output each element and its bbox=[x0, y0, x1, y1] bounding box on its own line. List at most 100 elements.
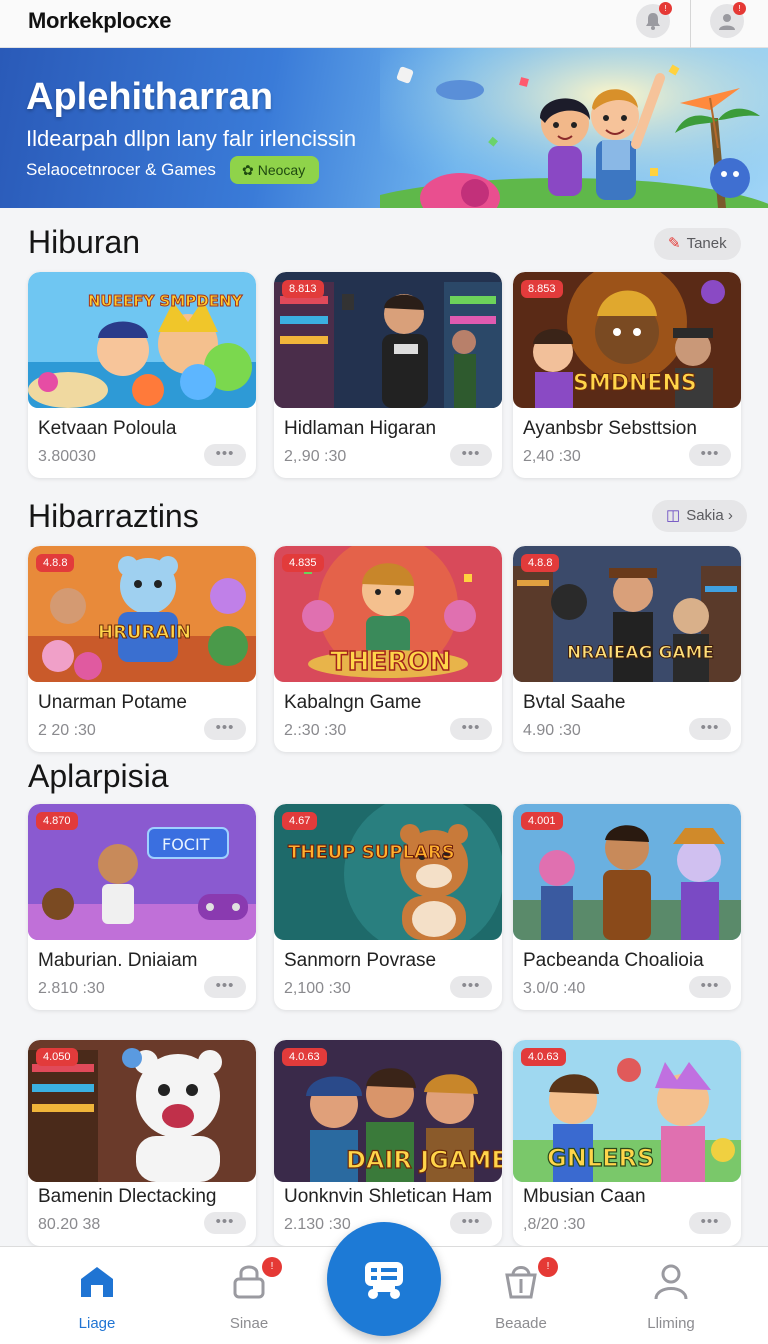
card-art-text: NRAIEAG GAME bbox=[567, 643, 714, 663]
game-card[interactable]: 8.813 Hidlaman Higaran 2,.90 :30 ••• bbox=[274, 272, 502, 478]
section-title-hiburan: Hiburan bbox=[28, 224, 141, 260]
card-art-text: SMDNENS bbox=[573, 371, 697, 396]
nav-label: Beaade bbox=[495, 1315, 547, 1332]
game-card[interactable]: NRAIEAG GAME 4.8.8 Bvtal Saahe 4.90 :30 … bbox=[513, 546, 741, 752]
home-icon bbox=[81, 1267, 113, 1297]
user-icon bbox=[654, 1264, 688, 1300]
rating-badge: 4.001 bbox=[521, 812, 563, 830]
card-art-text: NUEEFY SMPDENY bbox=[88, 292, 244, 310]
rating-badge: 4.0.63 bbox=[282, 1048, 327, 1066]
card-meta: 2.130 :30 bbox=[284, 1216, 351, 1233]
game-thumbnail: NRAIEAG GAME 4.8.8 bbox=[513, 546, 741, 682]
more-options-button[interactable]: ••• bbox=[204, 976, 246, 998]
game-thumbnail: 4.001 bbox=[513, 804, 741, 940]
card-meta: 4.90 :30 bbox=[523, 722, 581, 739]
card-art-text: FOCIT bbox=[162, 835, 210, 854]
game-thumbnail: THEUP SUPLARS 4.67 bbox=[274, 804, 502, 940]
card-title: Ketvaan Poloula bbox=[38, 418, 177, 439]
card-title: Uonknvin Shletican Ham bbox=[284, 1186, 493, 1207]
banner-title: Aplehitharran bbox=[26, 76, 274, 118]
more-options-button[interactable]: ••• bbox=[450, 444, 492, 466]
section-action-tanek[interactable]: ✎ Tanek bbox=[654, 228, 741, 260]
card-title: Mbusian Caan bbox=[523, 1186, 646, 1207]
rating-badge: 4.870 bbox=[36, 812, 78, 830]
game-thumbnail: 4.050 bbox=[28, 1040, 256, 1182]
rating-badge: 4.835 bbox=[282, 554, 324, 572]
section-action-sakia[interactable]: ◫ Sakia › bbox=[652, 500, 747, 532]
section-action-label: Tanek bbox=[686, 235, 727, 252]
more-options-button[interactable]: ••• bbox=[689, 444, 731, 466]
card-title: Ayanbsbr Sebsttsion bbox=[523, 418, 697, 439]
game-card[interactable]: DAIR JGAME 4.0.63 Uonknvin Shletican Ham… bbox=[274, 1040, 502, 1246]
chevron-right-icon: › bbox=[723, 507, 733, 524]
nav-item-liage[interactable]: Liage bbox=[42, 1261, 152, 1332]
game-card[interactable]: HRURAIN 4.8.8 Unarman Potame 2 20 :30 ••… bbox=[28, 546, 256, 752]
game-card[interactable]: FOCIT 4.870 Maburian. Dniaiam 2.810 :30 … bbox=[28, 804, 256, 1010]
profile-badge: ! bbox=[733, 2, 746, 15]
rating-badge: 8.813 bbox=[282, 280, 324, 298]
bell-icon bbox=[646, 13, 660, 30]
card-meta: 2 20 :30 bbox=[38, 722, 96, 739]
nav-item-lliming[interactable]: Lliming bbox=[616, 1261, 726, 1332]
leaf-icon: ✿ bbox=[242, 162, 254, 178]
profile-button[interactable]: ! bbox=[710, 2, 746, 38]
game-thumbnail: HRURAIN 4.8.8 bbox=[28, 546, 256, 682]
banner-chip[interactable]: ✿ Neocay bbox=[230, 156, 320, 184]
card-title: Maburian. Dniaiam bbox=[38, 950, 198, 971]
game-thumbnail: THERON 4.835 bbox=[274, 546, 502, 682]
more-options-button[interactable]: ••• bbox=[689, 976, 731, 998]
card-meta: 3.80030 bbox=[38, 448, 96, 465]
pencil-icon: ✎ bbox=[668, 235, 681, 252]
game-thumbnail: GNLERS 4.0.63 bbox=[513, 1040, 741, 1182]
game-thumbnail: 8.813 bbox=[274, 272, 502, 408]
more-options-button[interactable]: ••• bbox=[450, 976, 492, 998]
card-meta: 2,100 :30 bbox=[284, 980, 351, 997]
rating-badge: 4.8.8 bbox=[521, 554, 560, 572]
card-meta: 2,40 :30 bbox=[523, 448, 581, 465]
game-card[interactable]: SMDNENS 8.853 Ayanbsbr Sebsttsion 2,40 :… bbox=[513, 272, 741, 478]
banner-subtitle: Ildearpah dllpn lany falr irlencissin bbox=[26, 126, 357, 151]
game-card[interactable]: 4.050 Bamenin Dlectacking 80.20 38 ••• bbox=[28, 1040, 256, 1246]
card-title: Kabalngn Game bbox=[284, 692, 422, 713]
card-meta: 3.0/0 :40 bbox=[523, 980, 586, 997]
more-options-button[interactable]: ••• bbox=[450, 718, 492, 740]
nav-badge: ! bbox=[538, 1257, 558, 1277]
game-card[interactable]: GNLERS 4.0.63 Mbusian Caan ,8/20 :30 ••• bbox=[513, 1040, 741, 1246]
play-games-fab[interactable] bbox=[327, 1222, 441, 1336]
notification-button[interactable]: ! bbox=[636, 2, 672, 38]
banner-tagline: Selaocetnrocer & Games bbox=[26, 160, 216, 179]
more-options-button[interactable]: ••• bbox=[689, 1212, 731, 1234]
rating-badge: 4.67 bbox=[282, 812, 318, 830]
game-card[interactable]: 4.001 Pacbeanda Choalioia 3.0/0 :40 ••• bbox=[513, 804, 741, 1010]
more-options-button[interactable]: ••• bbox=[689, 718, 731, 740]
card-art-text: THERON bbox=[330, 647, 451, 677]
banner-chip-label: Neocay bbox=[257, 162, 306, 178]
game-card[interactable]: THEUP SUPLARS 4.67 Sanmorn Povrase 2,100… bbox=[274, 804, 502, 1010]
card-title: Sanmorn Povrase bbox=[284, 950, 437, 971]
rating-badge: 4.050 bbox=[36, 1048, 78, 1066]
section-title-aplarpisia: Aplarpisia bbox=[28, 758, 169, 794]
promo-banner[interactable]: Aplehitharran Ildearpah dllpn lany falr … bbox=[0, 48, 768, 208]
top-bar: Morkekplocxe ! ! bbox=[0, 0, 768, 48]
rating-badge: 4.8.8 bbox=[36, 554, 75, 572]
user-icon bbox=[719, 14, 735, 30]
game-card[interactable]: THERON 4.835 Kabalngn Game 2.:30 :30 ••• bbox=[274, 546, 502, 752]
section-title-hibarraztins: Hibarraztins bbox=[28, 498, 199, 534]
card-art-text: DAIR JGAME bbox=[346, 1146, 502, 1174]
top-divider bbox=[690, 0, 691, 48]
book-icon: ◫ bbox=[666, 507, 681, 524]
more-options-button[interactable]: ••• bbox=[204, 718, 246, 740]
card-meta: 2,.90 :30 bbox=[284, 448, 347, 465]
card-meta: ,8/20 :30 bbox=[523, 1216, 586, 1233]
game-thumbnail: SMDNENS 8.853 bbox=[513, 272, 741, 408]
more-options-button[interactable]: ••• bbox=[450, 1212, 492, 1234]
game-card[interactable]: NUEEFY SMPDENY Ketvaan Poloula 3.80030 •… bbox=[28, 272, 256, 478]
nav-item-beaade[interactable]: ! Beaade bbox=[466, 1257, 576, 1332]
game-thumbnail: NUEEFY SMPDENY bbox=[28, 272, 256, 408]
card-title: Hidlaman Higaran bbox=[284, 418, 437, 439]
nav-item-sinae[interactable]: ! Sinae bbox=[194, 1257, 304, 1332]
more-options-button[interactable]: ••• bbox=[204, 1212, 246, 1234]
card-title: Unarman Potame bbox=[38, 692, 187, 713]
more-options-button[interactable]: ••• bbox=[204, 444, 246, 466]
game-thumbnail: FOCIT 4.870 bbox=[28, 804, 256, 940]
